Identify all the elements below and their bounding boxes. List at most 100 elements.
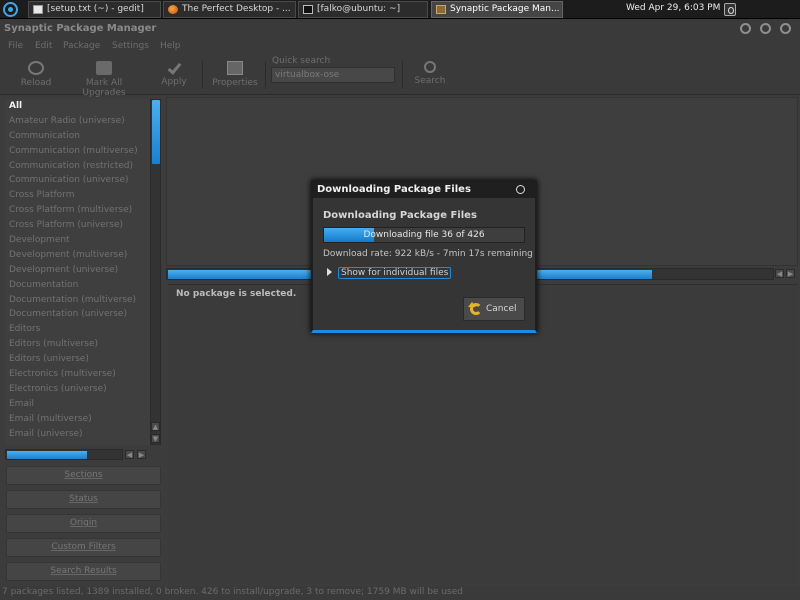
- section-item[interactable]: Editors (universe): [5, 352, 150, 367]
- download-progress-bar: Downloading file 36 of 426: [323, 227, 525, 243]
- taskbar-item-label: Synaptic Package Man...: [450, 4, 560, 14]
- progress-text: Downloading file 36 of 426: [363, 230, 485, 240]
- section-item[interactable]: Development (multiverse): [5, 248, 150, 263]
- section-item[interactable]: Editors: [5, 322, 150, 337]
- scrollbar-thumb[interactable]: [7, 451, 87, 459]
- reload-button[interactable]: Reload: [14, 55, 58, 95]
- section-item[interactable]: Development: [5, 233, 150, 248]
- clock[interactable]: Wed Apr 29, 6:03 PM: [626, 3, 720, 13]
- search-label: Search: [414, 76, 446, 86]
- taskbar-item-terminal[interactable]: [falko@ubuntu: ~]: [298, 1, 428, 18]
- window-titlebar[interactable]: Synaptic Package Manager: [0, 19, 800, 39]
- section-item[interactable]: Cross Platform: [5, 188, 150, 203]
- taskbar-item-label: [setup.txt (~) - gedit]: [47, 4, 144, 14]
- window-title: Synaptic Package Manager: [4, 23, 157, 34]
- ubuntu-menu-icon[interactable]: [3, 2, 18, 17]
- toolbar-separator: [265, 61, 266, 89]
- section-item[interactable]: Communication (restricted): [5, 159, 150, 174]
- mark-all-upgrades-button[interactable]: Mark All Upgrades: [64, 55, 144, 98]
- download-dialog: Downloading Package Files Downloading Pa…: [311, 180, 537, 333]
- expander-arrow-icon[interactable]: [327, 268, 332, 276]
- checkmark-icon: [167, 60, 181, 75]
- status-bar: 7 packages listed, 1389 installed, 0 bro…: [0, 586, 800, 600]
- menu-edit[interactable]: Edit: [35, 41, 52, 51]
- cancel-label: Cancel: [486, 304, 517, 314]
- undo-icon: [468, 302, 482, 315]
- reload-label: Reload: [20, 78, 52, 88]
- menu-help[interactable]: Help: [160, 41, 181, 51]
- scroll-right-icon[interactable]: ▶: [786, 269, 795, 278]
- dialog-title[interactable]: Downloading Package Files: [313, 182, 535, 198]
- sections-hscrollbar[interactable]: [5, 449, 123, 460]
- section-item[interactable]: Cross Platform (universe): [5, 218, 150, 233]
- taskbar-item-synaptic[interactable]: Synaptic Package Man...: [431, 1, 563, 18]
- scrollbar-thumb[interactable]: [152, 100, 160, 164]
- upgrade-icon: [96, 61, 112, 75]
- expander-label[interactable]: Show for individual files: [338, 267, 452, 279]
- quick-search-input[interactable]: [271, 67, 395, 83]
- cancel-button[interactable]: Cancel: [463, 297, 525, 321]
- section-item[interactable]: Editors (multiverse): [5, 337, 150, 352]
- taskbar-item-label: The Perfect Desktop - ...: [182, 4, 291, 14]
- firefox-icon: [168, 5, 178, 14]
- package-icon: [436, 5, 446, 14]
- section-item[interactable]: Communication (universe): [5, 173, 150, 188]
- dialog-close-icon[interactable]: [516, 185, 525, 194]
- power-icon[interactable]: [724, 3, 736, 16]
- section-item[interactable]: Communication: [5, 129, 150, 144]
- menu-package[interactable]: Package: [63, 41, 100, 51]
- section-item[interactable]: Documentation: [5, 278, 150, 293]
- section-item[interactable]: Documentation (universe): [5, 307, 150, 322]
- maximize-icon[interactable]: [760, 23, 771, 34]
- scroll-left-icon[interactable]: ◀: [775, 269, 784, 278]
- section-item[interactable]: Electronics (multiverse): [5, 367, 150, 382]
- menu-settings[interactable]: Settings: [112, 41, 149, 51]
- search-icon: [424, 61, 436, 73]
- taskbar-item-label: [falko@ubuntu: ~]: [317, 4, 401, 14]
- toolbar-separator: [202, 61, 203, 89]
- minimize-icon[interactable]: [740, 23, 751, 34]
- scroll-right-icon[interactable]: ▶: [137, 450, 146, 459]
- search-results-button[interactable]: Search Results: [6, 562, 161, 581]
- individual-files-expander[interactable]: Show for individual files: [327, 267, 452, 279]
- custom-filters-button[interactable]: Custom Filters: [6, 538, 161, 557]
- download-rate: Download rate: 922 kB/s - 7min 17s remai…: [323, 249, 533, 259]
- section-item[interactable]: Documentation (multiverse): [5, 293, 150, 308]
- origin-filter-button[interactable]: Origin: [6, 514, 161, 533]
- reload-icon: [28, 61, 44, 75]
- toolbar: Reload Mark All Upgrades Apply Propertie…: [0, 55, 800, 98]
- section-item[interactable]: All: [5, 99, 150, 114]
- no-package-message: No package is selected.: [176, 289, 297, 299]
- taskbar-item-firefox[interactable]: The Perfect Desktop - ...: [163, 1, 296, 18]
- properties-button[interactable]: Properties: [210, 55, 260, 95]
- scroll-left-icon[interactable]: ◀: [125, 450, 134, 459]
- properties-icon: [227, 61, 243, 75]
- section-item[interactable]: Development (universe): [5, 263, 150, 278]
- apply-button[interactable]: Apply: [156, 55, 192, 95]
- close-icon[interactable]: [780, 23, 791, 34]
- section-item[interactable]: Email (universe): [5, 427, 150, 442]
- taskbar-item-gedit[interactable]: [setup.txt (~) - gedit]: [28, 1, 161, 18]
- scroll-down-icon[interactable]: ▼: [151, 434, 160, 443]
- sections-scrollbar[interactable]: ▲ ▼: [150, 99, 161, 445]
- sections-list[interactable]: All Amateur Radio (universe) Communication…: [5, 99, 150, 445]
- top-panel: [setup.txt (~) - gedit] The Perfect Desk…: [0, 0, 800, 19]
- menu-file[interactable]: File: [8, 41, 23, 51]
- sections-filter-button[interactable]: Sections: [6, 466, 161, 485]
- toolbar-separator: [402, 61, 403, 89]
- terminal-icon: [303, 5, 313, 14]
- section-item[interactable]: Email: [5, 397, 150, 412]
- properties-label: Properties: [212, 78, 258, 88]
- section-item[interactable]: Communication (multiverse): [5, 144, 150, 159]
- section-item[interactable]: Cross Platform (multiverse): [5, 203, 150, 218]
- dialog-heading: Downloading Package Files: [323, 210, 477, 221]
- section-item[interactable]: Amateur Radio (universe): [5, 114, 150, 129]
- quick-search-label: Quick search: [272, 56, 331, 66]
- section-item[interactable]: Email (multiverse): [5, 412, 150, 427]
- document-icon: [33, 5, 43, 14]
- status-filter-button[interactable]: Status: [6, 490, 161, 509]
- search-button[interactable]: Search: [412, 55, 448, 95]
- section-item[interactable]: Electronics (universe): [5, 382, 150, 397]
- menubar: File Edit Package Settings Help: [0, 39, 800, 55]
- scroll-up-icon[interactable]: ▲: [151, 422, 160, 431]
